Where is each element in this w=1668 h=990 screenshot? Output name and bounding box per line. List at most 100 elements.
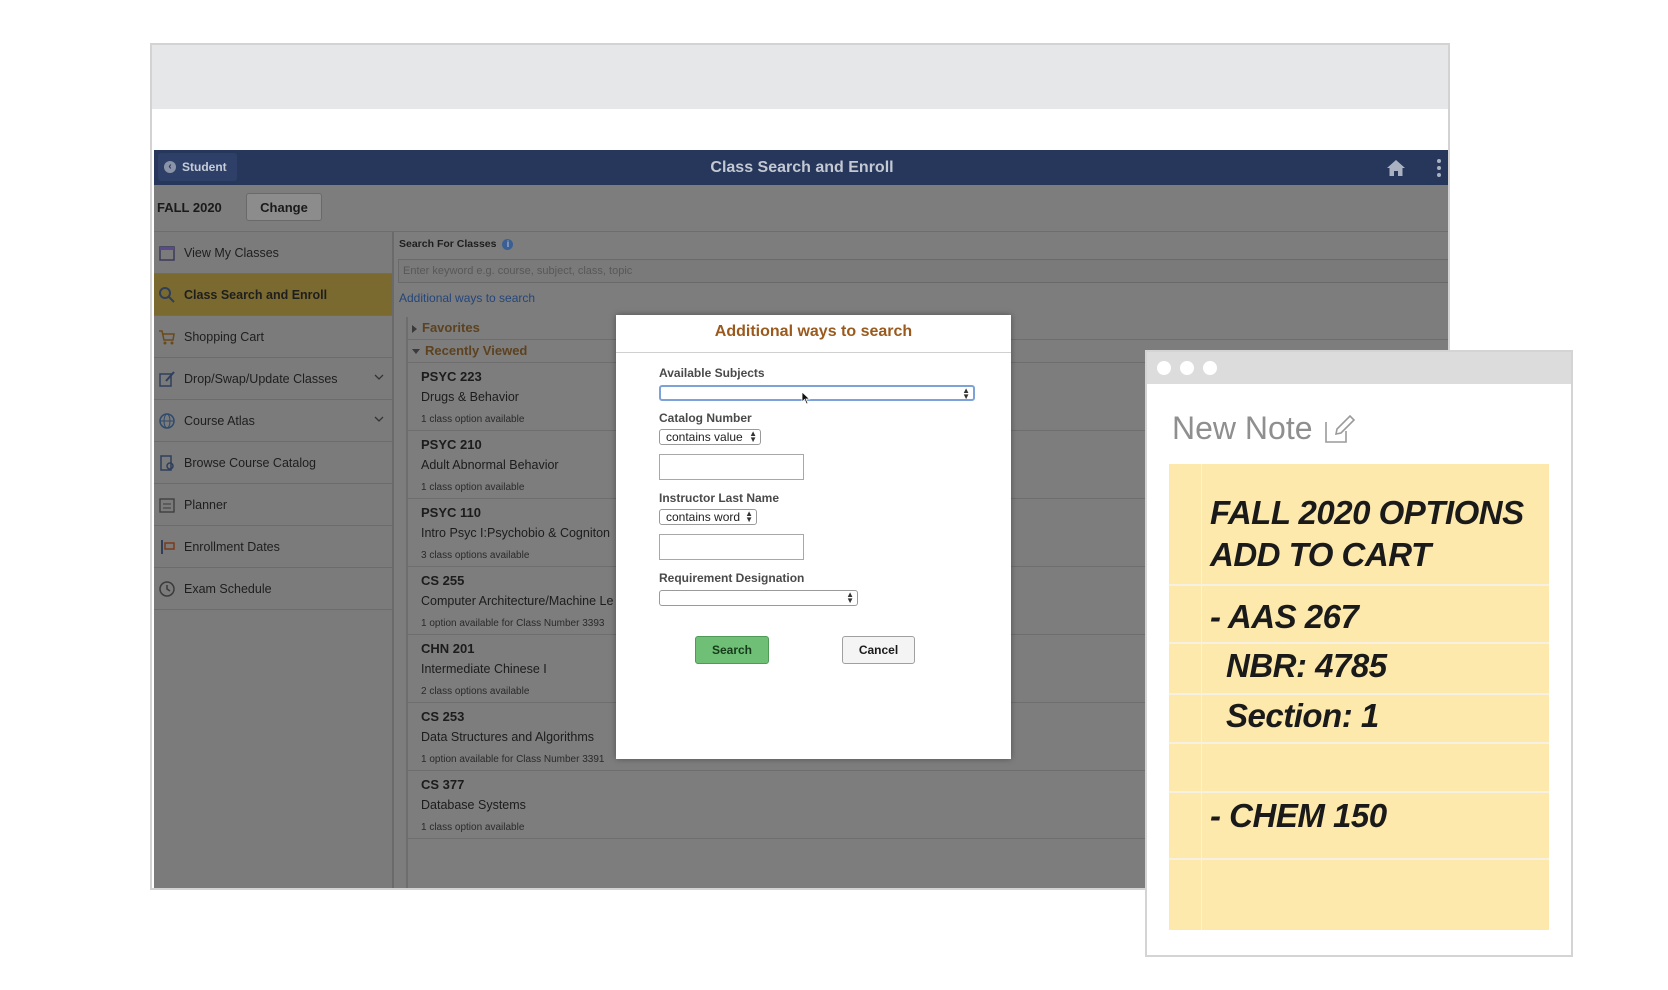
sidebar-item-label: View My Classes [184,245,279,260]
catalog-operator-select[interactable]: contains value ▲ ▼ [659,429,761,445]
chevron-left-icon: ‹ [164,161,176,173]
chevron-down-icon[interactable] [374,414,384,424]
requirement-label: Requirement Designation [659,571,805,585]
note-title: New Note [1172,410,1355,447]
cart-icon [159,329,175,344]
sidebar-item-label: Browse Course Catalog [184,455,317,470]
sidebar-item-label: Planner [184,497,228,512]
search-heading: Search For Classes i [399,238,514,250]
note-line: Section: 1 [1226,697,1379,734]
window-minimize-dot[interactable] [1180,361,1194,375]
note-title-text: New Note [1172,410,1313,446]
note-pad[interactable]: FALL 2020 OPTIONS ADD TO CART - AAS 267 … [1169,464,1549,930]
note-window: New Note FALL 2020 OPTIONS ADD TO CART -… [1145,350,1573,957]
sidebar-item-shopping-cart[interactable]: Shopping Cart [154,316,392,358]
browser-toolbar [152,45,1448,109]
select-arrows-icon: ▲ ▼ [846,590,854,605]
catalog-number-label: Catalog Number [659,411,752,425]
more-options-icon[interactable] [1436,158,1442,178]
additional-search-link[interactable]: Additional ways to search [399,291,535,305]
course-availability: 3 class options available [421,550,530,561]
sidebar-item-planner[interactable]: Planner [154,484,392,526]
course-code: PSYC 210 [421,437,482,452]
select-arrows-icon: ▲ ▼ [749,429,757,444]
pad-rule [1169,693,1549,695]
favorites-label: Favorites [422,320,480,335]
course-availability: 1 option available for Class Number 3393 [421,618,605,629]
search-icon [159,286,175,303]
pad-rule [1169,642,1549,644]
course-availability: 2 class options available [421,686,530,697]
term-label: FALL 2020 [157,200,222,215]
sidebar-item-label: Drop/Swap/Update Classes [184,371,338,386]
dates-icon [161,539,175,554]
catalog-number-input[interactable] [659,454,804,480]
mouse-cursor-icon [801,391,811,405]
pad-rule [1169,584,1549,586]
course-code: PSYC 223 [421,369,482,384]
sidebar-item-exam-schedule[interactable]: Exam Schedule [154,568,392,610]
course-availability: 1 class option available [421,822,525,833]
course-code: CS 255 [421,573,465,588]
course-name: Database Systems [421,798,526,812]
note-line: ADD TO CART [1210,536,1431,573]
subjects-select[interactable]: ▲ ▼ [659,385,975,401]
chevron-down-icon[interactable] [374,372,384,382]
home-icon[interactable] [1386,159,1406,177]
cancel-button[interactable]: Cancel [842,636,915,664]
edit-icon [159,370,175,387]
course-code: CS 253 [421,709,465,724]
instructor-last-name-input[interactable] [659,534,804,560]
change-term-button[interactable]: Change [246,193,322,221]
back-button-label: Student [182,160,227,174]
clock-icon [159,580,175,597]
course-availability: 1 option available for Class Number 3391 [421,754,605,765]
course-name: Drugs & Behavior [421,390,519,404]
course-name: Intermediate Chinese I [421,662,547,676]
sidebar: View My Classes Class Search and Enroll … [154,232,394,888]
course-name: Adult Abnormal Behavior [421,458,559,472]
modal-title: Additional ways to search [616,315,1011,353]
pad-rule [1169,858,1549,860]
note-line: - AAS 267 [1210,598,1359,635]
edit-note-icon[interactable] [1323,413,1355,445]
search-button[interactable]: Search [695,636,769,664]
instructor-operator-select[interactable]: contains word ▲ ▼ [659,509,757,525]
additional-search-modal: Additional ways to search Available Subj… [616,315,1011,759]
caret-right-icon [412,324,417,333]
sidebar-item-course-atlas[interactable]: Course Atlas [154,400,392,442]
select-arrows-icon: ▲ ▼ [962,386,970,401]
sidebar-item-label: Class Search and Enroll [184,287,328,302]
sidebar-item-browse-catalog[interactable]: Browse Course Catalog [154,442,392,484]
back-button[interactable]: ‹ Student [158,153,237,181]
keyword-search-input[interactable] [398,259,1448,283]
sidebar-item-label: Enrollment Dates [184,539,280,554]
term-bar: FALL 2020 Change [154,185,1448,232]
caret-down-icon [412,349,420,355]
course-availability: 1 class option available [421,482,525,493]
note-titlebar [1147,352,1571,384]
window-close-dot[interactable] [1157,361,1171,375]
note-line: - CHEM 150 [1210,797,1387,834]
search-heading-text: Search For Classes [399,238,497,250]
sidebar-item-class-search[interactable]: Class Search and Enroll [154,274,392,316]
planner-icon [159,497,175,513]
sidebar-item-enrollment-dates[interactable]: Enrollment Dates [154,526,392,568]
sidebar-item-label: Shopping Cart [184,329,264,344]
recently-viewed-label: Recently Viewed [425,343,528,358]
course-availability: 1 class option available [421,414,525,425]
requirement-select[interactable]: ▲ ▼ [659,590,858,606]
app-header: Class Search and Enroll ‹ Student [154,150,1448,185]
pad-rule [1169,791,1549,793]
course-code: CHN 201 [421,641,475,656]
sidebar-item-label: Exam Schedule [184,581,272,596]
sidebar-item-view-my-classes[interactable]: View My Classes [154,232,392,274]
subjects-label: Available Subjects [659,366,765,380]
course-code: CS 377 [421,777,465,792]
sidebar-item-drop-swap-update[interactable]: Drop/Swap/Update Classes [154,358,392,400]
globe-icon [159,412,175,429]
page-title: Class Search and Enroll [710,159,894,176]
note-line: FALL 2020 OPTIONS [1210,494,1524,531]
info-icon[interactable]: i [502,238,514,250]
window-maximize-dot[interactable] [1203,361,1217,375]
